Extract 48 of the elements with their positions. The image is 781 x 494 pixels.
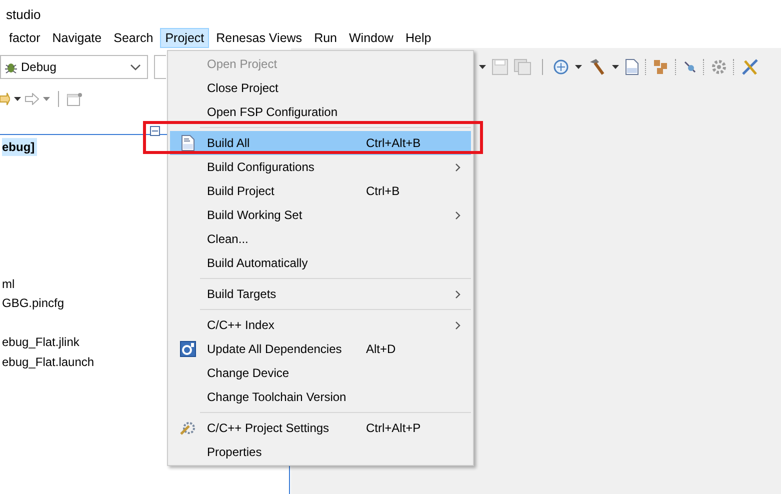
menu-bar-item[interactable]: Help (400, 28, 436, 48)
tree-item[interactable]: ebug] (2, 138, 37, 156)
pin-editor-icon[interactable] (67, 92, 83, 106)
menu-item[interactable]: C/C++ Index (170, 313, 471, 337)
tree-item[interactable]: ebug_Flat.jlink (2, 333, 82, 351)
tree-item[interactable]: ebug_Flat.launch (2, 352, 96, 370)
grid-icon[interactable] (653, 59, 669, 75)
menu-bar-item[interactable]: Renesas Views (211, 28, 308, 48)
menu-item[interactable]: Build Targets (170, 282, 471, 306)
menu-item[interactable]: Update All Dependencies Alt+D (170, 337, 471, 361)
menu-item[interactable]: Build Automatically (170, 251, 471, 275)
menu-item[interactable]: Build Configurations (170, 155, 471, 179)
gear-icon[interactable] (711, 59, 727, 75)
window-title: studio (5, 6, 42, 24)
chevron-down-icon (130, 64, 141, 70)
menu-item[interactable]: Clean... (170, 227, 471, 251)
configuration-combo[interactable]: Debug (0, 55, 148, 79)
binary-file-icon (181, 135, 195, 151)
menu-item[interactable]: C/C++ Project Settings Ctrl+Alt+P (170, 416, 471, 440)
target-combo[interactable] (154, 55, 166, 79)
menu-bar-item[interactable]: Run (309, 28, 342, 48)
menu-bar-item[interactable]: Navigate (47, 28, 107, 48)
menu-item[interactable]: Properties (170, 440, 471, 464)
debug-target-icon[interactable] (553, 59, 569, 75)
tree-item[interactable]: GBG.pincfg (2, 294, 66, 312)
minimize-icon[interactable] (150, 126, 160, 136)
hammer-icon[interactable] (588, 58, 606, 76)
tools-icon (179, 420, 197, 436)
menu-item[interactable]: Change Device (170, 361, 471, 385)
caret-down-icon[interactable] (14, 97, 21, 101)
menu-bar-item[interactable]: Search (108, 28, 158, 48)
menu-item[interactable]: Close Project (170, 76, 471, 100)
menu-bar-item[interactable]: Project (160, 28, 210, 48)
menu-item[interactable]: Change Toolchain Version (170, 385, 471, 409)
caret-down-icon[interactable] (612, 65, 619, 69)
menu-bar-item[interactable]: factor (4, 28, 46, 48)
tools-icon[interactable] (741, 58, 759, 76)
menu-item[interactable]: Open FSP Configuration (170, 100, 471, 124)
menu-item[interactable]: Build Project Ctrl+B (170, 179, 471, 203)
menu-bar-item[interactable]: Window (344, 28, 398, 48)
save-icon[interactable] (492, 59, 508, 75)
menu-item[interactable]: Build Working Set (170, 203, 471, 227)
caret-down-icon[interactable] (479, 65, 486, 69)
binary-file-icon[interactable] (625, 59, 639, 75)
e2-icon (180, 341, 196, 357)
caret-down-icon[interactable] (575, 65, 582, 69)
tree-item[interactable]: ml (2, 274, 17, 292)
probe-icon[interactable] (683, 60, 697, 74)
